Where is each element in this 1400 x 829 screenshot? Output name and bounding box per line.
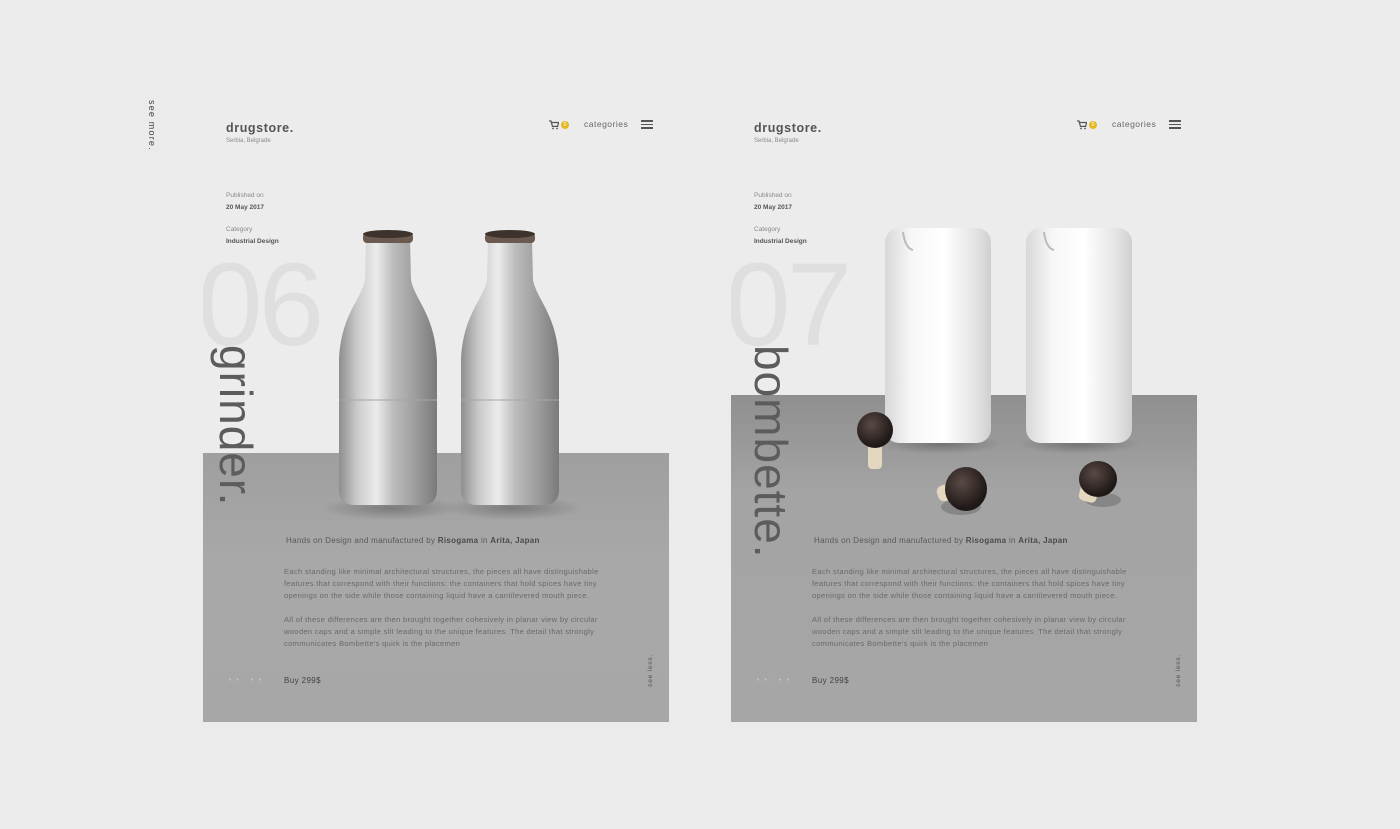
cart-count-badge: 0	[1089, 121, 1097, 129]
designer-credit: Hands on Design and manufactured by Riso…	[814, 536, 1068, 545]
categories-link[interactable]: categories	[584, 119, 628, 129]
designer-maker: Risogama	[965, 536, 1007, 545]
designer-mid: in	[1006, 536, 1019, 545]
designer-place: Arita, Japan	[490, 536, 540, 545]
bombette-container-right	[1026, 228, 1132, 443]
see-more-link[interactable]: see more.	[147, 100, 157, 151]
description-paragraph-1: Each standing like minimal architectural…	[284, 567, 599, 600]
see-less-link[interactable]: see less.	[647, 654, 654, 687]
description-paragraph-1: Each standing like minimal architectural…	[812, 567, 1127, 600]
pagination-dots[interactable]: • • · • •	[229, 677, 262, 684]
menu-icon[interactable]	[1169, 120, 1181, 129]
cart-button[interactable]: 0	[549, 119, 569, 131]
published-date: 20 May 2017	[754, 204, 792, 211]
grinder-bottle-right	[461, 230, 559, 505]
cart-button[interactable]: 0	[1077, 119, 1097, 131]
product-card-bombette: 07 bombette. drugstore. Serbia, Belgrade…	[731, 90, 1197, 722]
brand-logo[interactable]: drugstore.	[226, 121, 294, 135]
categories-link[interactable]: categories	[1112, 119, 1156, 129]
designer-credit: Hands on Design and manufactured by Riso…	[286, 536, 540, 545]
buy-button[interactable]: Buy 299$	[812, 676, 849, 685]
wooden-cap-1	[857, 412, 893, 469]
designer-prefix: Hands on Design and manufactured by	[286, 536, 438, 545]
wooden-cap-3	[1078, 461, 1121, 507]
published-label: Published on	[226, 192, 264, 199]
designer-place: Arita, Japan	[1018, 536, 1068, 545]
designer-mid: in	[478, 536, 491, 545]
buy-button[interactable]: Buy 299$	[284, 676, 321, 685]
pagination-dots[interactable]: • • · • •	[757, 677, 790, 684]
description-paragraph-2: All of these differences are then brough…	[812, 615, 1126, 648]
wooden-cap-2	[936, 467, 987, 515]
see-less-link[interactable]: see less.	[1175, 654, 1182, 687]
published-label: Published on	[754, 192, 792, 199]
brand-location: Serbia, Belgrade	[226, 138, 271, 144]
menu-icon[interactable]	[641, 120, 653, 129]
cart-icon	[1077, 120, 1087, 130]
category-value[interactable]: Industrial Design	[226, 238, 279, 245]
description-paragraph-2: All of these differences are then brough…	[284, 615, 598, 648]
category-label: Category	[754, 226, 781, 233]
brand-location: Serbia, Belgrade	[754, 138, 799, 144]
designer-maker: Risogama	[437, 536, 479, 545]
cart-icon	[549, 120, 559, 130]
category-label: Category	[226, 226, 253, 233]
brand-logo[interactable]: drugstore.	[754, 121, 822, 135]
published-date: 20 May 2017	[226, 204, 264, 211]
cart-count-badge: 0	[561, 121, 569, 129]
grinder-bottle-left	[339, 230, 437, 505]
designer-prefix: Hands on Design and manufactured by	[814, 536, 966, 545]
product-name: bombette.	[745, 345, 797, 559]
bombette-container-left	[885, 228, 991, 443]
product-name: grinder.	[210, 345, 262, 507]
category-value[interactable]: Industrial Design	[754, 238, 807, 245]
product-card-grinder: 06 grinder. drugstore. Serbia, Belgrade …	[203, 90, 669, 722]
